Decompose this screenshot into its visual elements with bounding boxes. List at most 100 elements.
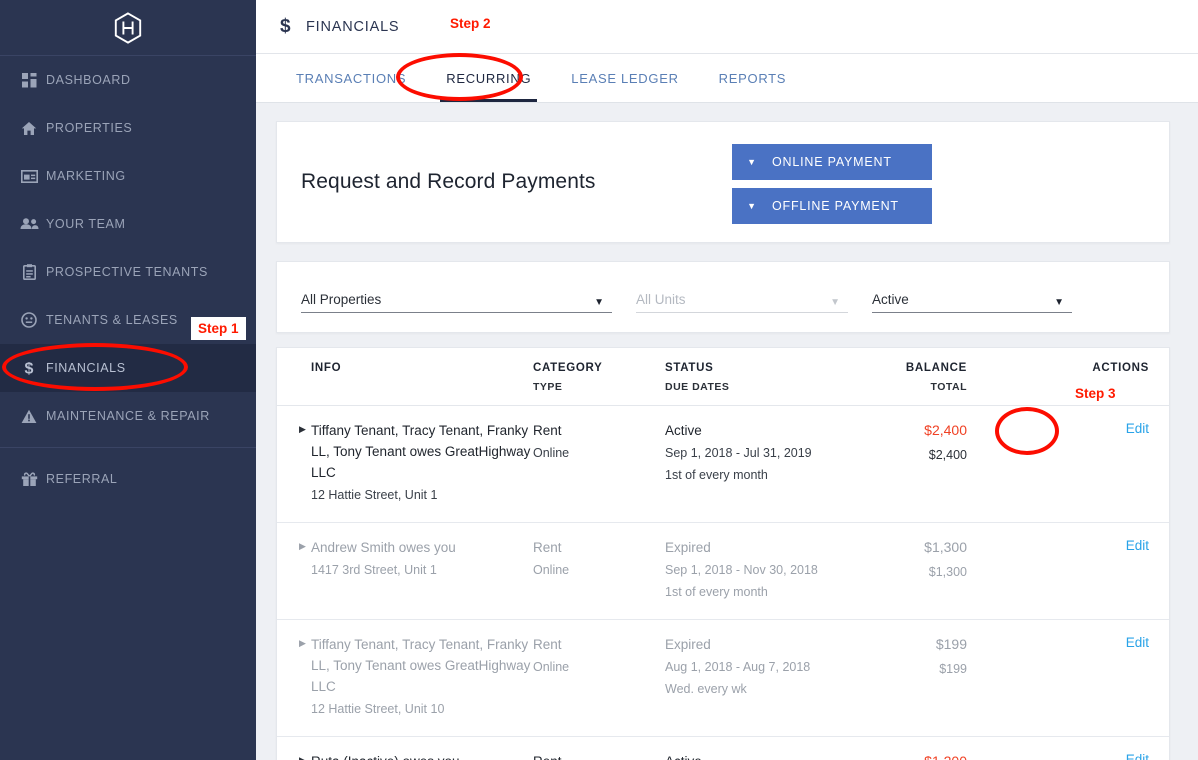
row-due-range: Sep 1, 2018 - Jul 31, 2019: [665, 443, 875, 464]
request-payments-card: Request and Record Payments ▼ ONLINE PAY…: [276, 121, 1170, 243]
column-header-type-label: TYPE: [533, 381, 665, 393]
row-info-text: Ruta (Inactive) owes you: [311, 754, 460, 760]
row-type-text: Online: [533, 443, 665, 464]
row-type-text: Online: [533, 560, 665, 581]
tab-recurring[interactable]: RECURRING: [426, 54, 551, 102]
column-header-info: INFO: [311, 362, 533, 393]
row-category: Rent Online: [533, 634, 665, 720]
annotation-step3-badge: Step 3: [1068, 382, 1123, 405]
filter-underline: [636, 312, 848, 313]
sidebar-item-properties[interactable]: PROPERTIES: [0, 104, 256, 152]
edit-link[interactable]: Edit: [1126, 421, 1149, 436]
billboard-icon: [12, 170, 46, 183]
filter-units-value: All Units: [636, 292, 686, 313]
filter-properties[interactable]: All Properties ▼: [301, 281, 612, 313]
sidebar-item-label: MAINTENANCE & REPAIR: [46, 409, 210, 423]
online-payment-label: ONLINE PAYMENT: [772, 155, 932, 169]
row-status: Expired Sep 1, 2018 - Nov 30, 2018 1st o…: [665, 537, 875, 603]
row-status: Expired Aug 1, 2018 - Aug 7, 2018 Wed. e…: [665, 634, 875, 720]
app-root: DASHBOARD PROPERTIES MARKETING YOUR TEAM: [0, 0, 1198, 760]
row-actions: Edit: [967, 634, 1169, 720]
expand-arrow-icon[interactable]: ▶: [277, 751, 311, 760]
column-header-balance: BALANCE TOTAL: [875, 362, 967, 393]
row-address: 12 Hattie Street, Unit 1: [311, 485, 533, 506]
table-row[interactable]: ▶ Tiffany Tenant, Tracy Tenant, Franky L…: [277, 620, 1169, 737]
row-type-text: Online: [533, 657, 665, 678]
row-status-text: Expired: [665, 637, 711, 652]
sidebar-item-marketing[interactable]: MARKETING: [0, 152, 256, 200]
column-header-due-dates-label: DUE DATES: [665, 381, 875, 393]
row-balance-amount: $1,200: [924, 753, 967, 760]
filter-properties-value: All Properties: [301, 292, 381, 313]
row-actions: Edit: [967, 420, 1169, 506]
tab-reports[interactable]: REPORTS: [699, 54, 807, 102]
table-row[interactable]: ▶ Andrew Smith owes you 1417 3rd Street,…: [277, 523, 1169, 620]
annotation-step2-badge: Step 2: [443, 12, 498, 35]
expand-arrow-icon[interactable]: ▶: [277, 634, 311, 720]
face-icon: [12, 312, 46, 328]
column-header-status-label: STATUS: [665, 362, 714, 374]
row-due-range: Sep 1, 2018 - Nov 30, 2018: [665, 560, 875, 581]
edit-link[interactable]: Edit: [1126, 635, 1149, 650]
row-schedule: Wed. every wk: [665, 679, 875, 700]
offline-payment-button[interactable]: ▼ OFFLINE PAYMENT: [732, 188, 932, 224]
sidebar-divider: [0, 447, 256, 448]
row-due-range: Aug 1, 2018 - Aug 7, 2018: [665, 657, 875, 678]
warning-triangle-icon: [12, 409, 46, 424]
brand-logo[interactable]: [0, 0, 256, 56]
online-payment-button[interactable]: ▼ ONLINE PAYMENT: [732, 144, 932, 180]
page-title: FINANCIALS: [306, 19, 399, 35]
sidebar-item-maintenance-repair[interactable]: MAINTENANCE & REPAIR: [0, 392, 256, 440]
row-status: Active Sep 1, 2018 - Jul 31, 2019 1st of…: [665, 420, 875, 506]
row-info-text: Andrew Smith owes you: [311, 540, 456, 555]
row-category: Rent Online: [533, 537, 665, 603]
chevron-down-icon: ▼: [732, 201, 772, 211]
sidebar-item-label: YOUR TEAM: [46, 217, 126, 231]
row-category: Rent Online: [533, 420, 665, 506]
table-row[interactable]: ▶ Ruta (Inactive) owes you 816 Peace Por…: [277, 737, 1169, 760]
offline-payment-label: OFFLINE PAYMENT: [772, 199, 932, 213]
chevron-down-icon: ▼: [1054, 297, 1064, 308]
tab-transactions[interactable]: TRANSACTIONS: [276, 54, 426, 102]
gift-icon: [12, 472, 46, 487]
sidebar-item-label: REFERRAL: [46, 472, 117, 486]
tab-label: TRANSACTIONS: [296, 71, 406, 86]
content-area: Request and Record Payments ▼ ONLINE PAY…: [256, 103, 1198, 760]
tab-lease-ledger[interactable]: LEASE LEDGER: [551, 54, 698, 102]
home-icon: [12, 121, 46, 136]
sidebar-item-label: FINANCIALS: [46, 361, 126, 375]
dollar-icon: $: [12, 359, 46, 377]
sidebar-item-referral[interactable]: REFERRAL: [0, 455, 256, 503]
row-category: Rent Online: [533, 751, 665, 760]
sidebar-item-your-team[interactable]: YOUR TEAM: [0, 200, 256, 248]
sidebar-item-financials[interactable]: $ FINANCIALS: [0, 344, 256, 392]
edit-link[interactable]: Edit: [1126, 538, 1149, 553]
filter-underline: [301, 312, 612, 313]
filter-status[interactable]: Active ▼: [872, 281, 1072, 313]
filter-status-value: Active: [872, 292, 909, 313]
sidebar-item-prospective-tenants[interactable]: PROSPECTIVE TENANTS: [0, 248, 256, 296]
sidebar-item-label: MARKETING: [46, 169, 126, 183]
row-total-amount: $2,400: [875, 445, 967, 466]
row-balance: $2,400 $2,400: [875, 420, 967, 506]
column-header-balance-label: BALANCE: [906, 362, 967, 374]
table-row[interactable]: ▶ Tiffany Tenant, Tracy Tenant, Franky L…: [277, 406, 1169, 523]
edit-link[interactable]: Edit: [1126, 752, 1149, 760]
clipboard-icon: [12, 264, 46, 280]
request-payments-title: Request and Record Payments: [301, 170, 596, 194]
table-header-row: INFO CATEGORY TYPE STATUS DUE DATES BALA…: [277, 348, 1169, 406]
row-status: Active Aug 1, 2018 - Jul 30, 2019 1st of…: [665, 751, 875, 760]
row-balance-amount: $199: [936, 636, 967, 652]
row-info: Tiffany Tenant, Tracy Tenant, Franky LL,…: [311, 420, 533, 506]
column-header-status: STATUS DUE DATES: [665, 362, 875, 393]
expand-arrow-icon[interactable]: ▶: [277, 420, 311, 506]
filter-units[interactable]: All Units ▼: [636, 281, 848, 313]
header-spacer: [277, 362, 311, 393]
expand-arrow-icon[interactable]: ▶: [277, 537, 311, 603]
column-header-category-label: CATEGORY: [533, 362, 603, 374]
row-total-amount: $1,300: [875, 562, 967, 583]
sidebar-item-dashboard[interactable]: DASHBOARD: [0, 56, 256, 104]
svg-text:$: $: [25, 361, 34, 378]
chevron-down-icon: ▼: [594, 297, 604, 308]
row-status-text: Expired: [665, 540, 711, 555]
